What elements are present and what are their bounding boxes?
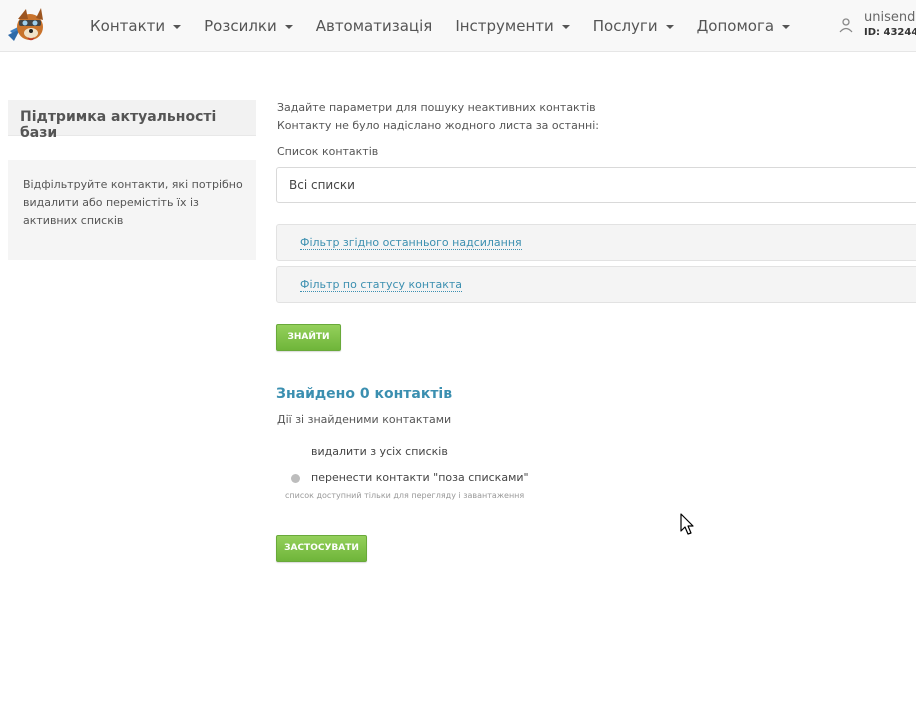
actions-label: Дії зі знайденими контактами: [277, 413, 452, 426]
nav-item-label: Інструменти: [455, 17, 554, 35]
intro-text-1: Задайте параметри для пошуку неактивних …: [277, 101, 596, 114]
nav-item-automation[interactable]: Автоматизація: [316, 17, 433, 35]
chevron-down-icon: [284, 25, 293, 29]
mouse-pointer-icon: [680, 513, 694, 535]
nav-item-label: Контакти: [90, 17, 166, 35]
nav-item-services[interactable]: Послуги: [593, 17, 674, 35]
filter-status-panel[interactable]: Фільтр по статусу контакта: [276, 266, 916, 303]
radio-delete-all[interactable]: [291, 448, 300, 457]
chevron-down-icon: [561, 25, 570, 29]
apply-button[interactable]: ЗАСТОСУВАТИ: [276, 535, 367, 562]
option-note: список доступний тільки для перегляду і …: [285, 491, 525, 500]
user-id: ID: 432444: [864, 27, 916, 38]
find-button[interactable]: ЗНАЙТИ: [276, 324, 341, 351]
sidebar-description-box: Відфільтруйте контакти, які потрібно вид…: [8, 160, 256, 260]
nav-item-contacts[interactable]: Контакти: [90, 17, 182, 35]
chevron-down-icon: [782, 25, 791, 29]
chevron-down-icon: [173, 25, 182, 29]
contact-list-value: Всі списки: [289, 178, 355, 192]
sidebar-title-box: Підтримка актуальності бази: [8, 100, 256, 141]
contact-list-select[interactable]: Всі списки: [276, 167, 916, 203]
user-icon: [839, 18, 853, 33]
filter-last-sent-panel[interactable]: Фільтр згідно останнього надсилання: [276, 224, 916, 261]
chevron-down-icon: [665, 25, 674, 29]
logo-mascot-icon[interactable]: [6, 5, 48, 47]
filter-status-link[interactable]: Фільтр по статусу контакта: [300, 278, 463, 292]
contact-list-label: Список контактів: [277, 145, 379, 158]
main-nav: Контакти Розсилки Автоматизація Інструме…: [90, 0, 813, 52]
option-delete-all-label[interactable]: видалити з усіх списків: [311, 445, 448, 458]
nav-item-help[interactable]: Допомога: [696, 17, 791, 35]
top-navbar: Контакти Розсилки Автоматизація Інструме…: [0, 0, 916, 52]
nav-item-tools[interactable]: Інструменти: [455, 17, 570, 35]
nav-item-label: Розсилки: [204, 17, 277, 35]
nav-item-label: Послуги: [592, 17, 658, 35]
nav-item-label: Допомога: [696, 17, 775, 35]
sidebar-title: Підтримка актуальності бази: [20, 109, 217, 141]
nav-item-mailings[interactable]: Розсилки: [204, 17, 293, 35]
option-move-outside-label[interactable]: перенести контакти "поза списками": [311, 471, 529, 484]
intro-text-2: Контакту не було надіслано жодного листа…: [277, 119, 599, 132]
nav-item-label: Автоматизація: [315, 17, 433, 35]
found-count-heading: Знайдено 0 контактів: [276, 386, 453, 402]
filter-last-sent-link[interactable]: Фільтр згідно останнього надсилання: [300, 236, 522, 250]
sidebar-description: Відфільтруйте контакти, які потрібно вид…: [23, 178, 243, 227]
user-name: unisende: [864, 10, 916, 25]
radio-move-outside[interactable]: [291, 474, 300, 483]
